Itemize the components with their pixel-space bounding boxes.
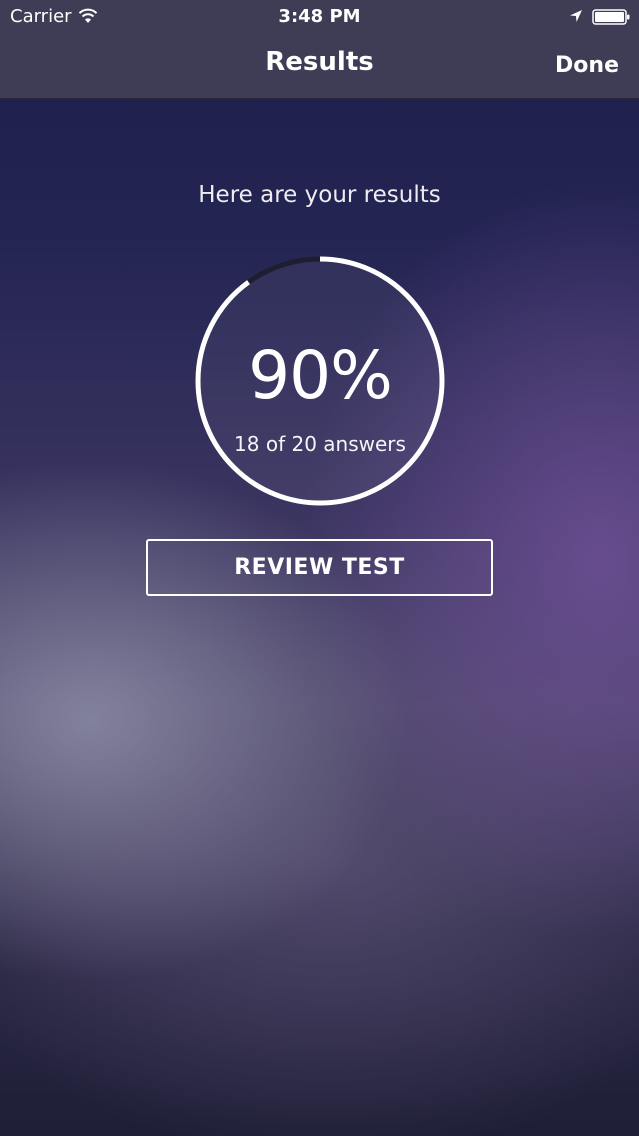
- score-answers-count: 18 of 20 answers: [234, 432, 406, 456]
- battery-icon: [592, 9, 630, 25]
- results-screen: Carrier 3:48 PM Results Done Here are yo…: [0, 0, 639, 1136]
- location-icon: [570, 10, 582, 22]
- results-heading: Here are your results: [198, 182, 441, 208]
- score-percentage: 90%: [248, 337, 393, 414]
- status-time: 3:48 PM: [278, 6, 361, 27]
- review-test-button[interactable]: REVIEW TEST: [146, 539, 493, 596]
- navigation-bar: Carrier 3:48 PM Results Done: [0, 0, 639, 99]
- status-bar: Carrier 3:48 PM: [0, 0, 639, 34]
- review-test-label: REVIEW TEST: [234, 555, 405, 580]
- done-button[interactable]: Done: [555, 53, 619, 78]
- page-title: Results: [265, 47, 374, 77]
